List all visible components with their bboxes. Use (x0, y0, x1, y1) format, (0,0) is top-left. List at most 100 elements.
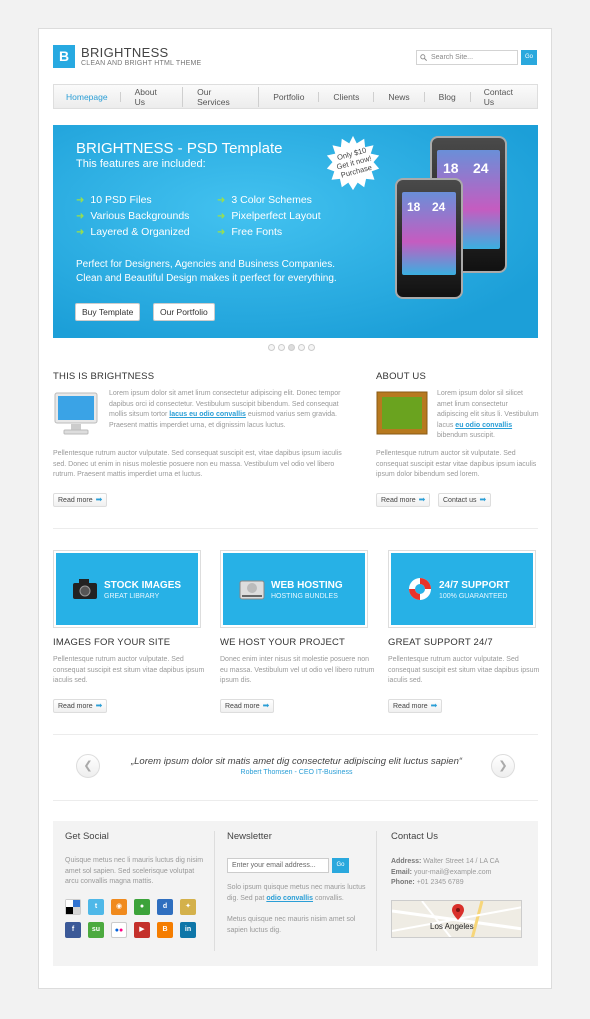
newsletter-link[interactable]: odio convallis (266, 895, 313, 902)
newsletter-email-input[interactable]: Enter your email address... (227, 858, 329, 873)
lifebuoy-icon (409, 578, 431, 600)
talk-icon[interactable]: ● (134, 899, 150, 915)
box-heading: WE HOST YOUR PROJECT (220, 637, 346, 648)
our-portfolio-button[interactable]: Our Portfolio (153, 303, 215, 321)
hero-slider: BRIGHTNESS - PSD Template This features … (53, 125, 538, 338)
arrow-right-icon: ➡ (95, 495, 103, 504)
slider-dot[interactable] (308, 344, 315, 351)
read-more-button[interactable]: Read more ➡ (220, 699, 275, 713)
arrow-right-icon: ➡ (418, 495, 426, 504)
divider (53, 528, 538, 529)
search-button[interactable]: Go (521, 50, 537, 65)
twitter-icon[interactable]: t (88, 899, 104, 915)
arrow-icon: ➜ (76, 211, 85, 222)
newsletter-text-2: Metus quisque nec mauris nisim amet sol … (227, 916, 356, 934)
flickr-icon[interactable]: ●● (111, 922, 127, 938)
intro-paragraph-2: Pellentesque rutrum auctor vulputate. Se… (53, 450, 342, 479)
frame-icon (376, 391, 428, 435)
next-arrow-icon[interactable]: ❯ (491, 754, 515, 778)
delicious-icon[interactable] (65, 899, 81, 915)
buy-template-button[interactable]: Buy Template (75, 303, 141, 321)
service-box-hosting[interactable]: WEB HOSTING HOSTING BUNDLES (220, 550, 368, 628)
arrow-icon: ➜ (76, 227, 85, 238)
testimonial-author: Robert Thomsen - CEO IT-Business (240, 769, 353, 776)
feature-item: ➜ 10 PSD Files (76, 194, 152, 206)
prev-arrow-icon[interactable]: ❮ (76, 754, 100, 778)
read-more-button[interactable]: Read more ➡ (53, 699, 108, 713)
contact-us-button[interactable]: Contact us ➡ (438, 493, 492, 507)
footer-social-heading: Get Social (65, 831, 109, 842)
service-box-support[interactable]: 24/7 SUPPORT 100% GUARANTEED (388, 550, 536, 628)
feature-item: ➜ Pixelperfect Layout (217, 210, 321, 222)
testimonial-quote: „Lorem ipsum dolor sit matis amet dig co… (130, 756, 463, 767)
youtube-icon[interactable]: ▶ (134, 922, 150, 938)
slider-dot[interactable] (268, 344, 275, 351)
digg-icon[interactable]: d (157, 899, 173, 915)
slider-dot[interactable] (298, 344, 305, 351)
map-pin-icon (452, 904, 464, 920)
arrow-icon: ➜ (217, 195, 226, 206)
slider-pagination (268, 344, 315, 351)
stumbleupon-icon[interactable]: su (88, 922, 104, 938)
footer-divider (376, 831, 377, 951)
map-label: Los Angeles (430, 922, 474, 931)
footer-social-text: Quisque metus nec li mauris luctus dig n… (65, 857, 204, 886)
facebook-icon[interactable]: f (65, 922, 81, 938)
feature-item: ➜ Various Backgrounds (76, 210, 190, 222)
phone-screen: 18 24 (402, 192, 456, 275)
box-text: Pellentesque rutrum auctor vulputate. Se… (388, 656, 540, 685)
about-paragraph-2: Pellentesque rutrum auctor sit vulputate… (376, 450, 537, 479)
feature-item: ➜ Free Fonts (217, 226, 283, 238)
footer-divider (214, 831, 215, 951)
box-title: STOCK IMAGES (104, 580, 182, 591)
search-placeholder: Search Site... (431, 54, 474, 61)
newsletter-submit-button[interactable]: Go (332, 858, 349, 873)
location-map[interactable]: Los Angeles (391, 900, 522, 938)
search-icon (420, 54, 427, 61)
read-more-button[interactable]: Read more ➡ (53, 493, 108, 507)
hard-drive-icon (239, 580, 265, 600)
page-container: B BRIGHTNESS CLEAN AND BRIGHT HTML THEME… (38, 28, 552, 989)
arrow-right-icon: ➡ (95, 701, 103, 710)
phone-image: 18 24 (395, 178, 463, 299)
blogger-icon[interactable]: B (157, 922, 173, 938)
read-more-button[interactable]: Read more ➡ (376, 493, 431, 507)
feature-item: ➜ Layered & Organized (76, 226, 190, 238)
nav-portfolio[interactable]: Portfolio (259, 91, 320, 102)
divider (53, 800, 538, 801)
nav-contact-us[interactable]: Contact Us (471, 87, 537, 107)
footer-newsletter-heading: Newsletter (227, 831, 272, 842)
search-input[interactable]: Search Site... (416, 50, 518, 65)
logo-icon[interactable]: B (53, 45, 75, 68)
compass-icon[interactable]: ✦ (180, 899, 196, 915)
feature-item: ➜ 3 Color Schemes (217, 194, 312, 206)
slider-dot[interactable] (278, 344, 285, 351)
camera-icon (73, 579, 97, 599)
site-title[interactable]: BRIGHTNESS (81, 45, 169, 60)
footer: Get Social Quisque metus nec li mauris l… (53, 821, 538, 966)
box-text: Donec enim inter nisus sit molestie posu… (220, 656, 375, 685)
about-heading: ABOUT US (376, 371, 426, 382)
nav-homepage[interactable]: Homepage (54, 91, 121, 102)
intro-heading: THIS IS BRIGHTNESS (53, 371, 155, 382)
nav-our-services[interactable]: Our Services (183, 86, 260, 107)
linkedin-icon[interactable]: in (180, 922, 196, 938)
rss-icon[interactable]: ◉ (111, 899, 127, 915)
social-icons: t ◉ ● d ✦ f su ●● ▶ B in (65, 899, 196, 938)
nav-news[interactable]: News (374, 91, 425, 102)
footer-contact-heading: Contact Us (391, 831, 438, 842)
divider (53, 734, 538, 735)
about-paragraph: Lorem ipsum dolor sil silicet amet lirum… (437, 390, 539, 440)
about-link[interactable]: eu odio convallis (455, 422, 512, 429)
nav-blog[interactable]: Blog (425, 91, 471, 102)
read-more-button[interactable]: Read more ➡ (388, 699, 443, 713)
nav-clients[interactable]: Clients (319, 91, 375, 102)
slider-description: Perfect for Designers, Agencies and Busi… (76, 259, 337, 284)
intro-link[interactable]: lacus eu odio convallis (169, 411, 246, 418)
box-text: Pellentesque rutrum auctor vulputate. Se… (53, 656, 205, 685)
slider-dot-active[interactable] (288, 344, 295, 351)
nav-about-us[interactable]: About Us (121, 86, 184, 107)
service-box-stock[interactable]: STOCK IMAGES GREAT LIBRARY (53, 550, 201, 628)
box-subtitle: HOSTING BUNDLES (271, 593, 338, 600)
contact-details: Address: Walter Street 14 / LA CA Email:… (391, 858, 500, 887)
